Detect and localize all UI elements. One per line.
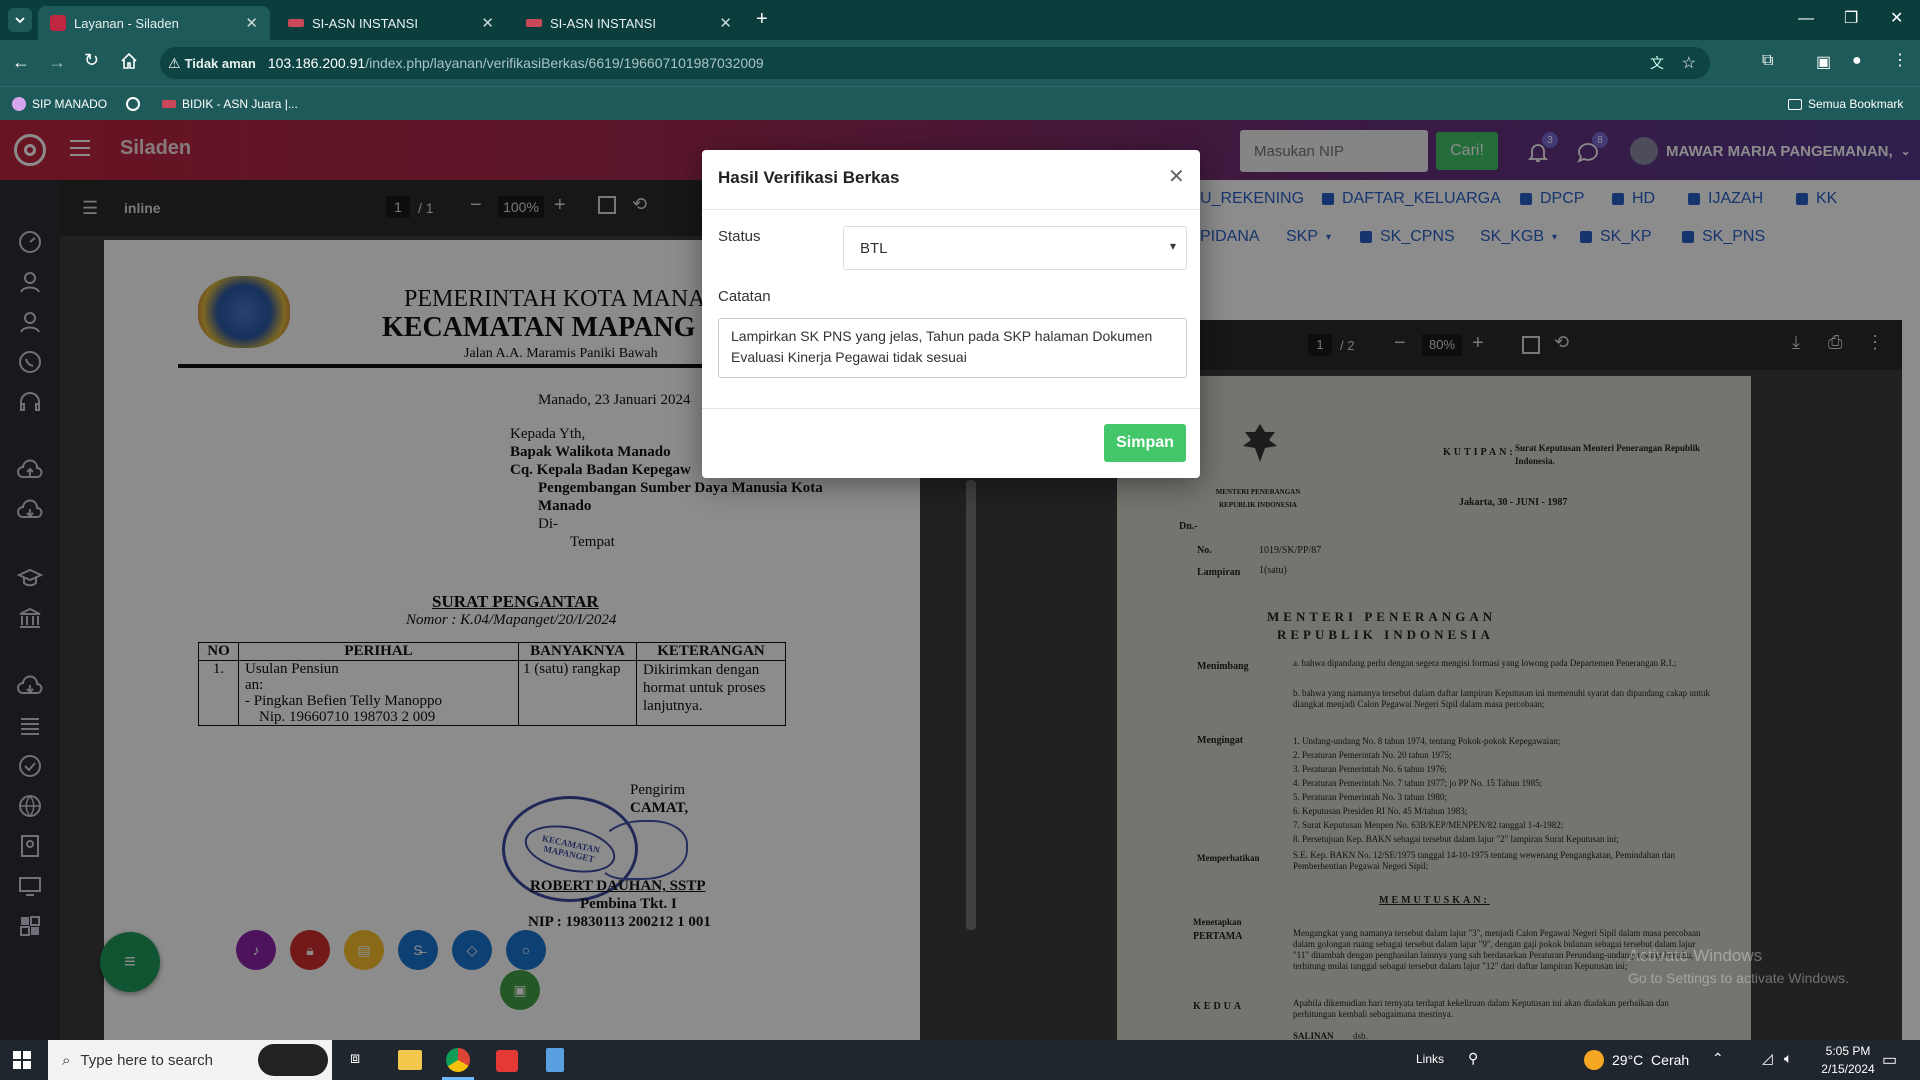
- extensions-icon[interactable]: ⧉: [1762, 52, 1773, 70]
- calculator-icon[interactable]: [546, 1048, 564, 1072]
- network-icon[interactable]: ◿: [1762, 1050, 1773, 1067]
- search-icon: ⌕: [62, 1051, 71, 1069]
- tray-chevron-icon[interactable]: ⌃: [1712, 1050, 1724, 1067]
- sidepanel-icon[interactable]: ▣: [1816, 52, 1831, 72]
- bookmark-label: BIDIK - ASN Juara |...: [182, 97, 298, 111]
- clock-date[interactable]: 2/15/2024: [1806, 1062, 1890, 1076]
- translate-icon[interactable]: 文: [1650, 53, 1664, 73]
- tab-si-asn-1[interactable]: SI-ASN INSTANSI ✕: [276, 6, 506, 40]
- copilot-icon[interactable]: [258, 1044, 328, 1076]
- profile-icon[interactable]: ●: [1852, 52, 1862, 70]
- tab-title: SI-ASN INSTANSI: [550, 15, 656, 31]
- all-bookmarks[interactable]: Semua Bookmark: [1788, 87, 1903, 121]
- bookmark-label: SIP MANADO: [32, 97, 108, 111]
- url-host: 103.186.200.91: [267, 55, 366, 71]
- status-select[interactable]: BTL ▾: [843, 226, 1187, 270]
- taskbar-search-box[interactable]: ⌕ Type here to search: [48, 1040, 332, 1080]
- task-view-icon[interactable]: ⧈: [350, 1050, 360, 1068]
- catatan-value: Lampirkan SK PNS yang jelas, Tahun pada …: [731, 328, 1153, 365]
- windows-start-icon[interactable]: [12, 1050, 32, 1070]
- restore-button[interactable]: ❐: [1844, 8, 1858, 28]
- save-button[interactable]: Simpan: [1104, 424, 1186, 462]
- warning-icon[interactable]: ⚠: [168, 55, 181, 72]
- status-value: BTL: [860, 239, 888, 257]
- volume-icon[interactable]: 🔈︎: [1784, 1050, 1792, 1067]
- back-icon[interactable]: ←: [12, 52, 30, 73]
- tab-si-asn-2[interactable]: SI-ASN INSTANSI ✕: [514, 6, 744, 40]
- bookmark-bidik[interactable]: BIDIK - ASN Juara |...: [162, 87, 298, 121]
- si-asn-favicon: [288, 19, 304, 27]
- weather-text[interactable]: 29°C Cerah: [1612, 1052, 1689, 1068]
- si-asn-favicon: [526, 19, 542, 27]
- star-icon[interactable]: ☆: [1682, 53, 1696, 73]
- bidik-favicon: [162, 100, 176, 108]
- taskbar-search-placeholder: Type here to search: [80, 1051, 213, 1069]
- modal-title: Hasil Verifikasi Berkas: [718, 168, 900, 187]
- tab-title: Layanan - Siladen: [74, 15, 179, 31]
- windows-taskbar: ⌕ Type here to search ⧈ Links ⚲ 29°C Cer…: [0, 1040, 1920, 1080]
- browser-tab-bar: Layanan - Siladen ✕ SI-ASN INSTANSI ✕ SI…: [0, 0, 1920, 40]
- close-window-button[interactable]: ✕: [1890, 8, 1903, 28]
- modal-footer-divider: [702, 408, 1200, 409]
- forward-icon[interactable]: →: [48, 52, 66, 73]
- verification-modal: Hasil Verifikasi Berkas ✕ Status BTL ▾ C…: [702, 150, 1200, 478]
- file-explorer-icon[interactable]: [398, 1050, 422, 1070]
- anydesk-icon[interactable]: [496, 1050, 518, 1072]
- status-label: Status: [718, 228, 761, 245]
- close-tab-icon[interactable]: ✕: [245, 14, 258, 32]
- new-tab-button[interactable]: +: [756, 8, 768, 31]
- notification-center-icon[interactable]: ▭: [1882, 1050, 1897, 1070]
- menu-dots-icon[interactable]: ⋮: [1892, 50, 1908, 70]
- home-icon[interactable]: [120, 52, 138, 70]
- close-tab-icon[interactable]: ✕: [481, 14, 494, 32]
- clock-time[interactable]: 5:05 PM: [1816, 1044, 1880, 1058]
- url-path: /index.php/layanan/verifikasiBerkas/6619…: [365, 55, 764, 71]
- bookmark-sip-manado[interactable]: SIP MANADO: [12, 87, 107, 121]
- siladen-favicon: [50, 15, 66, 31]
- activate-windows-sub: Go to Settings to activate Windows.: [1628, 970, 1849, 986]
- catatan-textarea[interactable]: Lampirkan SK PNS yang jelas, Tahun pada …: [718, 318, 1187, 378]
- reload-icon[interactable]: ↻: [84, 50, 99, 71]
- address-bar[interactable]: ⚠ Tidak aman 103.186.200.91 /index.php/l…: [160, 47, 1710, 79]
- tab-layanan-siladen[interactable]: Layanan - Siladen ✕: [38, 6, 270, 40]
- weather-icon: [1584, 1050, 1604, 1070]
- bookmark-bar: SIP MANADO BIDIK - ASN Juara |... Semua …: [0, 86, 1920, 120]
- chevron-down-icon: ▾: [1169, 239, 1176, 253]
- modal-header-divider: [702, 209, 1200, 210]
- security-label[interactable]: Tidak aman: [185, 56, 256, 71]
- close-tab-icon[interactable]: ✕: [719, 14, 732, 32]
- activate-windows-title: Activate Windows: [1628, 946, 1763, 965]
- people-icon[interactable]: ⚲: [1468, 1050, 1478, 1067]
- sip-favicon: [12, 97, 26, 111]
- chevron-down-icon: [15, 17, 25, 24]
- globe-icon: [126, 97, 140, 111]
- catatan-label: Catatan: [718, 288, 771, 305]
- minimize-button[interactable]: —: [1798, 10, 1814, 28]
- chrome-icon[interactable]: [446, 1048, 470, 1072]
- tab-title: SI-ASN INSTANSI: [312, 15, 418, 31]
- folder-icon: [1788, 98, 1802, 110]
- modal-close-button[interactable]: ✕: [1168, 164, 1185, 189]
- tab-search-button[interactable]: [8, 8, 32, 32]
- bookmark-globe[interactable]: [126, 87, 140, 121]
- all-bookmarks-label: Semua Bookmark: [1808, 97, 1904, 111]
- links-toolbar[interactable]: Links: [1416, 1052, 1444, 1066]
